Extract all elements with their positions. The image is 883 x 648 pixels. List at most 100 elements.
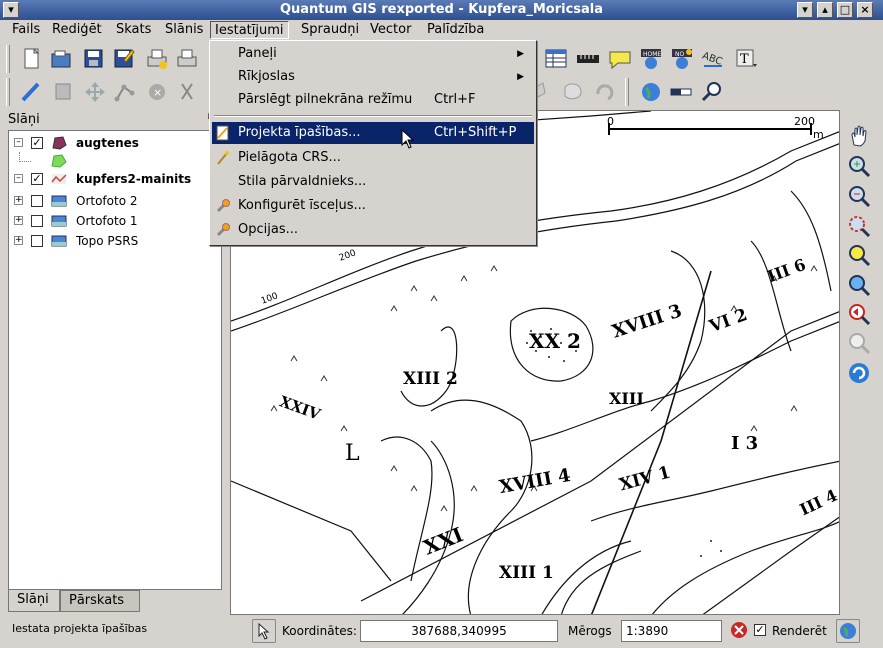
status-message: Iestata projekta īpašības [12,622,148,635]
cut-features-icon[interactable] [174,79,200,105]
save-as-icon[interactable] [110,46,136,72]
collapse-icon[interactable]: – [14,174,23,183]
layer-visibility-checkbox[interactable] [31,235,43,247]
redo-icon[interactable] [592,79,618,105]
menu-item-toolbars[interactable]: Rīkjoslas ▶ [212,66,534,88]
refresh-icon[interactable] [846,360,872,386]
layer-visibility-checkbox[interactable] [31,195,43,207]
layer-name: Topo PSRS [76,234,139,248]
home-bookmark-icon[interactable]: HOME [638,46,664,72]
node-tool-icon[interactable] [112,79,138,105]
mouse-position-toggle-icon[interactable] [252,619,276,643]
scale-bar-icon[interactable] [668,79,694,105]
attribute-table-icon[interactable] [543,46,569,72]
menu-item-configure-shortcuts[interactable]: Konfigurēt īsceļus... [212,195,534,217]
maximize-button[interactable]: □ [837,2,853,18]
annotation-icon[interactable] [607,46,633,72]
expand-icon[interactable]: + [14,216,23,225]
ring-tool-icon[interactable] [560,79,586,105]
delete-selected-icon[interactable]: × [144,79,170,105]
zoom-full-icon[interactable] [846,213,872,239]
collapse-icon[interactable]: – [14,138,23,147]
tab-overview[interactable]: Pārskats [60,590,140,612]
menu-item-panels[interactable]: Paneļi ▶ [212,43,534,65]
projection-status-icon[interactable] [836,619,860,643]
coordinates-field[interactable]: 387688,340995 [360,620,558,642]
close-button[interactable]: × [857,2,873,18]
identify-icon[interactable] [698,79,724,105]
new-bookmark-icon[interactable]: NO [669,46,695,72]
map-label: XIII [609,389,644,408]
menu-view[interactable]: Skats [112,21,155,39]
toolbar-grip[interactable] [625,78,629,106]
menu-edit[interactable]: Rediģēt [48,21,106,39]
layers-panel-title: Slāņi [8,112,40,127]
render-checkbox[interactable]: ✓ [754,624,766,636]
layer-visibility-checkbox[interactable] [31,215,43,227]
print-icon[interactable] [174,46,200,72]
menu-file[interactable]: Fails [8,21,44,39]
new-project-icon[interactable] [18,46,44,72]
text-annotation-icon[interactable]: T [733,46,759,72]
toolbar-grip[interactable] [6,45,10,73]
layer-row-topo-psrs[interactable]: + Topo PSRS [9,232,221,250]
spellcheck-icon[interactable]: ABC [700,46,726,72]
layer-visibility-checkbox[interactable]: ✓ [31,137,43,149]
stop-render-icon[interactable] [730,621,748,639]
zoom-to-selection-icon[interactable] [846,242,872,268]
layer-row-augtenes[interactable]: – ✓ augtenes [9,134,221,152]
menu-item-custom-crs[interactable]: Pielāgota CRS... [212,147,534,169]
tab-layers[interactable]: Slāņi [8,590,60,612]
custom-crs-icon [215,150,231,166]
menu-item-style-manager[interactable]: Stila pārvaldnieks... [212,171,534,193]
zoom-out-icon[interactable] [846,183,872,209]
menu-item-fullscreen[interactable]: Pārslēgt pilnekrāna režīmu Ctrl+F [212,89,534,111]
menu-plugins[interactable]: Spraudņi [297,21,363,39]
menu-vector[interactable]: Vector [366,21,415,39]
shade-button[interactable]: ▴ [817,2,833,18]
window-title: Quantum GIS rexported - Kupfera_Moricsal… [279,2,604,17]
layer-name: augtenes [76,136,139,150]
zoom-next-icon[interactable] [846,330,872,356]
measure-line-icon[interactable] [575,46,601,72]
map-label: XIII 1 [499,563,554,583]
scalebar-start: 0 [607,115,614,128]
print-composer-icon[interactable] [144,46,170,72]
save-edits-icon[interactable] [50,79,76,105]
layer-name: Ortofoto 1 [76,214,138,228]
submenu-arrow-icon: ▶ [517,72,524,82]
toolbar-grip[interactable] [6,78,10,106]
layer-tree[interactable]: – ✓ augtenes – ✓ kupfers2-mainits + Orto… [8,130,222,590]
wrench-icon [215,198,231,214]
expand-icon[interactable]: + [14,236,23,245]
menu-item-options[interactable]: Opcijas... [212,219,534,241]
save-project-icon[interactable] [80,46,106,72]
expand-icon[interactable]: + [14,196,23,205]
scale-field[interactable]: 1:3890 [621,620,722,642]
project-properties-icon [215,125,231,141]
menu-settings[interactable]: Iestatījumi [210,21,289,39]
layer-visibility-checkbox[interactable]: ✓ [31,173,43,185]
layer-row-ortofoto-1[interactable]: + Ortofoto 1 [9,212,221,230]
menu-help[interactable]: Palīdzība [423,21,488,39]
pan-hand-icon[interactable] [846,123,872,149]
svg-text:×: × [153,86,162,99]
map-label: I 3 [731,433,759,454]
zoom-last-icon[interactable] [846,301,872,327]
map-label: XIII 2 [403,369,458,389]
zoom-to-layer-icon[interactable] [846,272,872,298]
menu-layer[interactable]: Slānis [161,21,207,39]
minimize-button[interactable]: ▾ [797,2,813,18]
toggle-editing-icon[interactable] [18,79,44,105]
submenu-arrow-icon: ▶ [517,49,524,59]
zoom-in-icon[interactable] [846,153,872,179]
layer-row-ortofoto-2[interactable]: + Ortofoto 2 [9,192,221,210]
raster-layer-icon [51,214,67,228]
globe-icon[interactable] [638,79,664,105]
layers-panel-header: Slāņi ⧉ [4,110,223,130]
move-feature-icon[interactable] [82,79,108,105]
open-project-icon[interactable] [48,46,74,72]
menu-separator [214,115,532,117]
layer-row-kupfers2-mainits[interactable]: – ✓ kupfers2-mainits [9,170,221,188]
menu-item-project-properties[interactable]: Projekta īpašības... Ctrl+Shift+P [212,122,534,144]
